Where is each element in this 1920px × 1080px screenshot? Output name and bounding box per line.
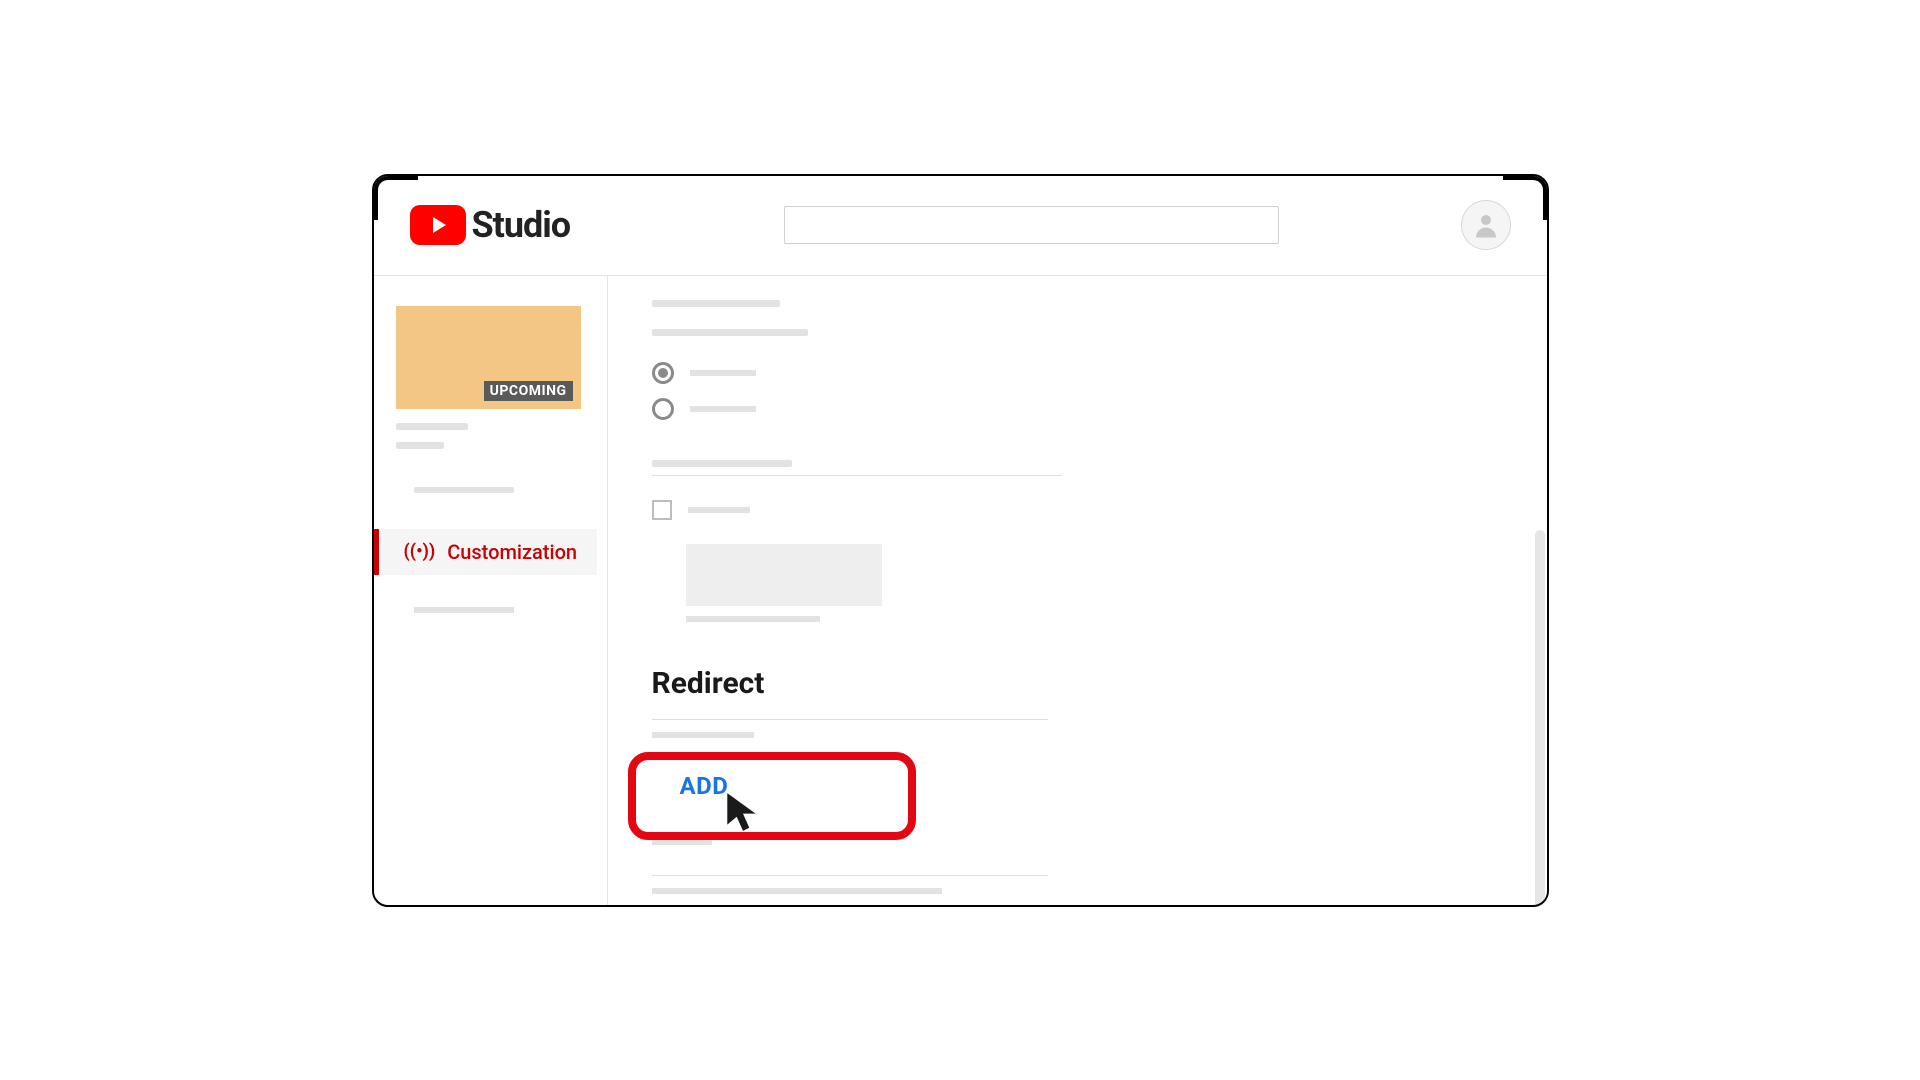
app-window: Studio UPCOMING ((•)) Customization <box>372 174 1549 907</box>
youtube-play-icon <box>410 205 466 245</box>
placeholder-text <box>652 732 754 738</box>
stream-thumbnail[interactable]: UPCOMING <box>396 306 581 409</box>
radio-option[interactable] <box>652 362 1547 384</box>
radio-icon <box>652 362 674 384</box>
checkbox-icon <box>652 500 672 520</box>
placeholder-text <box>690 406 756 412</box>
divider <box>652 475 1062 476</box>
placeholder-text <box>652 329 808 336</box>
sidebar: UPCOMING ((•)) Customization <box>374 276 608 905</box>
sidebar-item-label: Customization <box>447 540 577 564</box>
placeholder-text <box>686 616 820 622</box>
add-button[interactable]: ADD <box>680 772 729 800</box>
placeholder-text <box>688 507 750 513</box>
dropdown-field[interactable] <box>686 544 882 606</box>
divider <box>652 875 1048 876</box>
placeholder-text <box>396 442 444 449</box>
section-title-redirect: Redirect <box>652 666 1547 701</box>
search-input[interactable] <box>784 206 1279 244</box>
app-body: UPCOMING ((•)) Customization <box>374 276 1547 905</box>
placeholder-text <box>396 423 468 430</box>
scrollbar[interactable] <box>1535 530 1545 905</box>
user-icon <box>1471 210 1501 240</box>
broadcast-icon: ((•)) <box>404 541 436 562</box>
logo-text: Studio <box>472 204 571 246</box>
cursor-icon <box>724 790 762 834</box>
highlight-callout: ADD <box>628 752 916 840</box>
avatar[interactable] <box>1461 200 1511 250</box>
placeholder-text <box>652 460 792 467</box>
placeholder-text <box>690 370 756 376</box>
sidebar-item[interactable] <box>414 607 514 613</box>
radio-icon <box>652 398 674 420</box>
sidebar-item-customization[interactable]: ((•)) Customization <box>374 529 597 575</box>
radio-option[interactable] <box>652 398 1547 420</box>
upcoming-badge: UPCOMING <box>484 381 573 401</box>
header: Studio <box>374 176 1547 276</box>
placeholder-text <box>652 888 942 894</box>
sidebar-item[interactable] <box>414 487 514 493</box>
placeholder-text <box>652 300 780 307</box>
youtube-studio-logo[interactable]: Studio <box>410 204 571 246</box>
checkbox-option[interactable] <box>652 500 1547 520</box>
divider <box>652 719 1048 720</box>
main-content: Redirect ADD <box>608 276 1547 905</box>
